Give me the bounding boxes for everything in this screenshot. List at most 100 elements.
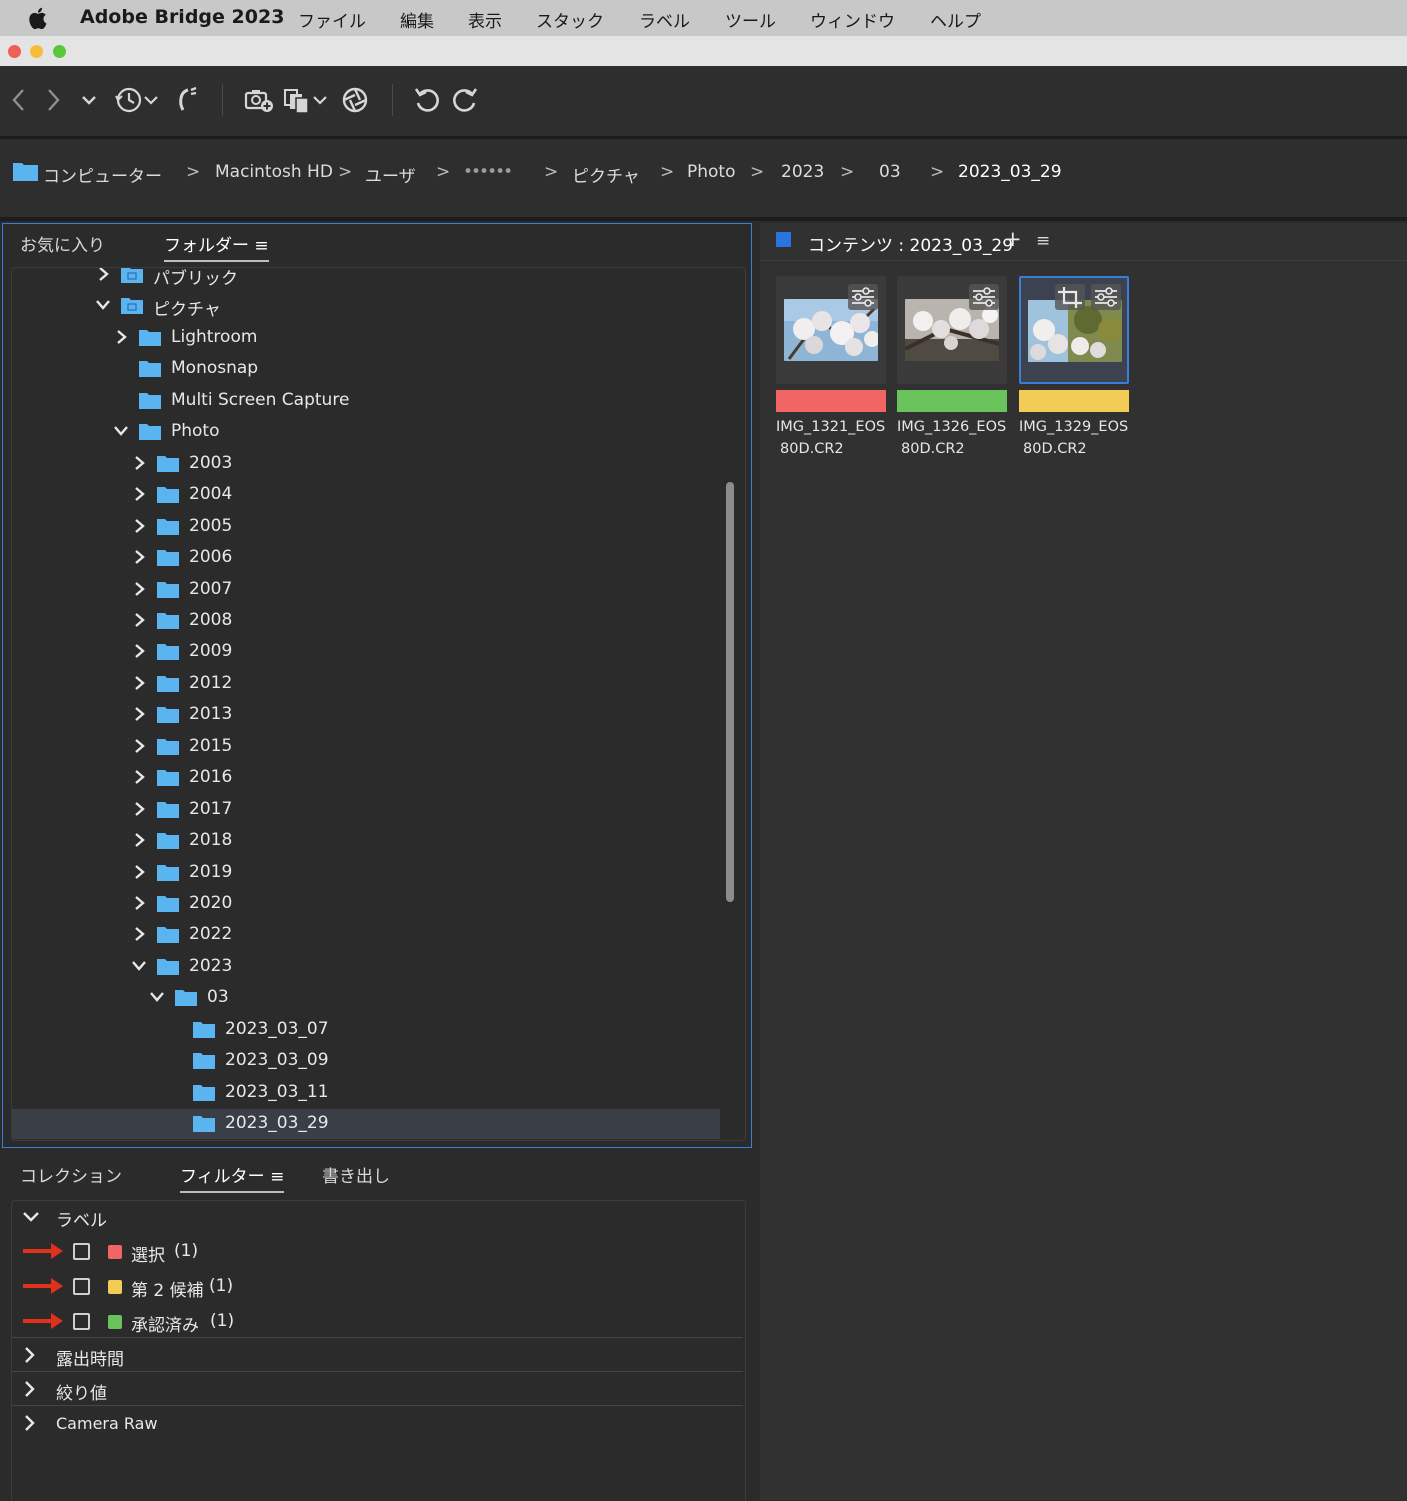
filter-section-label[interactable]: ラベル — [56, 1206, 107, 1231]
folder-tree-row[interactable]: 2023_03_11 — [12, 1078, 720, 1108]
breadcrumb-computer[interactable]: コンピューター — [43, 162, 162, 187]
breadcrumb-pictures[interactable]: ピクチャ — [572, 162, 640, 187]
chevron-right-icon[interactable] — [131, 926, 147, 942]
folder-tree-row[interactable]: 2007 — [12, 575, 720, 605]
chevron-down-icon[interactable] — [149, 989, 165, 1005]
recent-files-button[interactable] — [112, 84, 162, 116]
folder-tree-row[interactable]: 2005 — [12, 512, 720, 542]
back-button[interactable] — [6, 84, 32, 116]
close-window-button[interactable] — [8, 45, 21, 58]
folder-tree-row[interactable]: 2016 — [12, 763, 720, 793]
breadcrumb-2023[interactable]: 2023 — [781, 162, 824, 182]
panel-menu-icon[interactable]: ≡ — [270, 1167, 284, 1187]
tab-collections[interactable]: コレクション — [20, 1162, 122, 1187]
open-in-camera-raw-button[interactable] — [338, 84, 372, 116]
refine-dropdown-button[interactable] — [282, 84, 330, 116]
folder-tree-row[interactable]: 2018 — [12, 826, 720, 856]
folder-tree-row[interactable]: 2012 — [12, 669, 720, 699]
minimize-window-button[interactable] — [30, 45, 43, 58]
folder-tree-row[interactable]: 2019 — [12, 858, 720, 888]
chevron-right-icon[interactable] — [131, 675, 147, 691]
filter-checkbox-approved[interactable] — [73, 1313, 90, 1330]
thumbnail-card[interactable] — [776, 276, 886, 384]
folder-tree-scrollbar[interactable] — [726, 482, 734, 902]
breadcrumb-username-redacted[interactable]: •••••• — [463, 162, 513, 182]
folder-tree-row[interactable]: ピクチャ — [12, 291, 720, 321]
folder-tree-row[interactable]: Monosnap — [12, 354, 720, 384]
chevron-right-icon[interactable] — [22, 1380, 38, 1398]
thumbnail-filename[interactable]: IMG_1326_EOS 80D.CR2 — [897, 416, 1009, 460]
folder-tree-row[interactable]: 2004 — [12, 480, 720, 510]
app-name[interactable]: Adobe Bridge 2023 — [80, 6, 284, 28]
breadcrumb-03[interactable]: 03 — [879, 162, 901, 182]
forward-button[interactable] — [40, 84, 66, 116]
chevron-right-icon[interactable] — [131, 895, 147, 911]
breadcrumb-photo[interactable]: Photo — [687, 162, 736, 182]
chevron-right-icon[interactable] — [22, 1414, 38, 1432]
breadcrumb-users[interactable]: ユーザ — [365, 162, 416, 187]
return-to-photoshop-button[interactable] — [172, 84, 202, 116]
chevron-right-icon[interactable] — [131, 612, 147, 628]
chevron-right-icon[interactable] — [131, 486, 147, 502]
chevron-right-icon[interactable] — [131, 518, 147, 534]
chevron-right-icon[interactable] — [131, 455, 147, 471]
chevron-down-icon[interactable] — [95, 297, 111, 313]
tab-export[interactable]: 書き出し — [322, 1162, 390, 1187]
chevron-right-icon[interactable] — [131, 581, 147, 597]
rotate-left-button[interactable] — [410, 84, 444, 116]
menu-tools[interactable]: ツール — [725, 7, 776, 32]
panel-menu-icon[interactable]: ≡ — [254, 236, 268, 256]
thumbnail-card-selected[interactable] — [1019, 276, 1129, 384]
folder-tree-row[interactable]: 2013 — [12, 700, 720, 730]
chevron-right-icon[interactable] — [131, 549, 147, 565]
folder-tree-row[interactable]: 2015 — [12, 732, 720, 762]
zoom-window-button[interactable] — [53, 45, 66, 58]
folder-tree-row[interactable]: 2008 — [12, 606, 720, 636]
folder-tree-row[interactable]: 2023_03_29 — [12, 1109, 720, 1140]
tab-folders[interactable]: フォルダー ≡ — [164, 231, 269, 262]
menu-view[interactable]: 表示 — [468, 7, 502, 32]
chevron-right-icon[interactable] — [131, 738, 147, 754]
menu-window[interactable]: ウィンドウ — [810, 7, 895, 32]
chevron-right-icon[interactable] — [131, 864, 147, 880]
folder-tree-row[interactable]: 2017 — [12, 795, 720, 825]
filter-section-exposure-time[interactable]: 露出時間 — [56, 1345, 124, 1370]
folder-tree-row[interactable]: 03 — [12, 983, 720, 1013]
menu-stack[interactable]: スタック — [536, 7, 604, 32]
folder-tree-row[interactable]: 2003 — [12, 449, 720, 479]
menu-file[interactable]: ファイル — [298, 7, 366, 32]
tab-filter[interactable]: フィルター ≡ — [180, 1162, 285, 1193]
rotate-right-button[interactable] — [448, 84, 482, 116]
menu-edit[interactable]: 編集 — [400, 7, 434, 32]
chevron-right-icon[interactable] — [131, 801, 147, 817]
menu-label[interactable]: ラベル — [639, 7, 690, 32]
chevron-right-icon[interactable] — [131, 643, 147, 659]
chevron-down-icon[interactable] — [22, 1209, 40, 1225]
folder-tree-row[interactable]: Lightroom — [12, 323, 720, 353]
chevron-right-icon[interactable] — [22, 1346, 38, 1364]
content-panel-menu-icon[interactable]: ≡ — [1036, 231, 1050, 251]
menu-help[interactable]: ヘルプ — [930, 7, 981, 32]
folder-tree-row[interactable]: Multi Screen Capture — [12, 386, 720, 416]
folder-tree-row[interactable]: 2023_03_07 — [12, 1015, 720, 1045]
thumbnail-card[interactable] — [897, 276, 1007, 384]
tab-favorites[interactable]: お気に入り — [20, 231, 105, 256]
thumbnail-filename[interactable]: IMG_1321_EOS 80D.CR2 — [776, 416, 888, 460]
filter-checkbox-second[interactable] — [73, 1278, 90, 1295]
filter-section-camera-raw[interactable]: Camera Raw — [56, 1414, 158, 1433]
breadcrumb-macintosh-hd[interactable]: Macintosh HD — [215, 162, 333, 182]
folder-tree-row[interactable]: 2020 — [12, 889, 720, 919]
chevron-right-icon[interactable] — [131, 832, 147, 848]
folder-tree-row[interactable]: 2006 — [12, 543, 720, 573]
apple-logo-icon[interactable] — [28, 5, 50, 31]
filter-section-aperture[interactable]: 絞り値 — [56, 1379, 107, 1404]
chevron-right-icon[interactable] — [131, 706, 147, 722]
add-icon[interactable]: + — [1004, 227, 1022, 251]
folder-tree-row[interactable]: 2009 — [12, 637, 720, 667]
chevron-right-icon[interactable] — [113, 329, 129, 345]
get-photos-from-camera-button[interactable] — [242, 84, 276, 116]
chevron-down-icon[interactable] — [113, 423, 129, 439]
folder-tree-row[interactable]: パブリック — [12, 268, 720, 290]
folder-tree-row[interactable]: 2022 — [12, 920, 720, 950]
thumbnail-filename[interactable]: IMG_1329_EOS 80D.CR2 — [1019, 416, 1131, 460]
